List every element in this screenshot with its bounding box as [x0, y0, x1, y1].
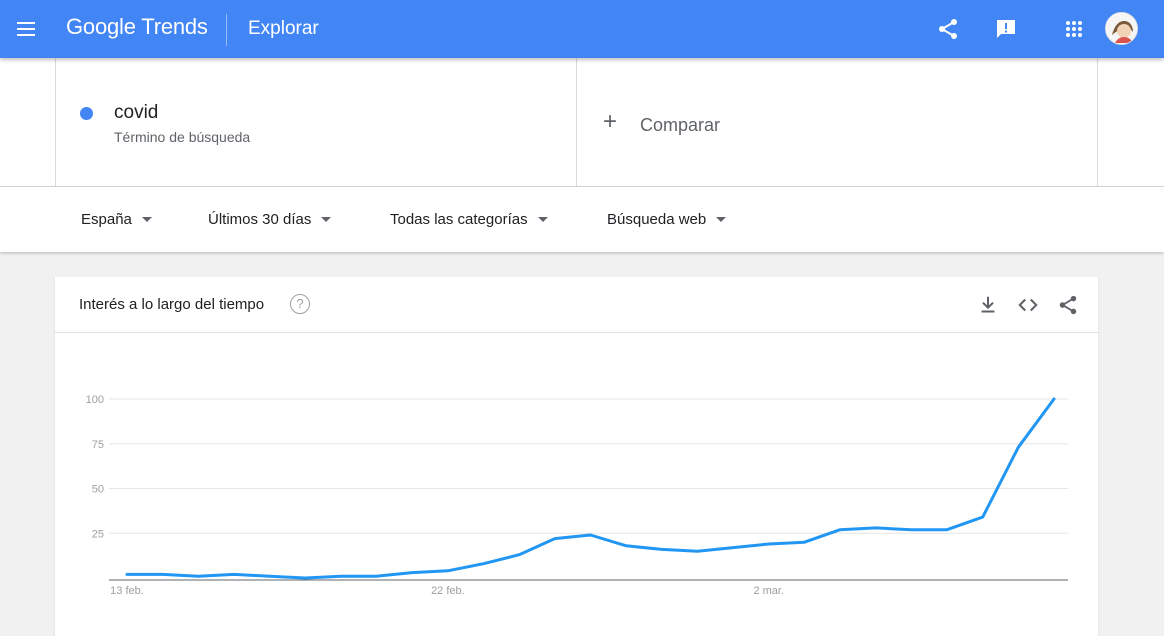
interest-line-chart[interactable]: 100 75 50 25 13 feb. 22 feb. 2 mar. — [55, 334, 1098, 634]
search-type-filter-label: Búsqueda web — [607, 211, 707, 228]
region-filter[interactable]: España — [81, 211, 152, 228]
menu-icon[interactable] — [15, 17, 39, 41]
logo-google-text: Google — [66, 14, 136, 39]
download-icon[interactable] — [977, 294, 999, 316]
apps-grid-icon[interactable] — [1062, 17, 1086, 41]
interest-over-time-card: Interés a lo largo del tiempo ? 100 75 50 2… — [55, 277, 1098, 636]
term-color-dot — [80, 107, 93, 120]
compare-label: Comparar — [640, 115, 721, 135]
search-term-name[interactable]: covid — [114, 102, 158, 124]
card-share-icon[interactable] — [1057, 294, 1079, 316]
x-tick-label: 13 feb. — [110, 585, 144, 597]
region-filter-label: España — [81, 211, 132, 228]
feedback-icon[interactable] — [994, 17, 1018, 41]
time-range-filter[interactable]: Últimos 30 días — [208, 211, 332, 228]
dropdown-caret-icon — [716, 216, 727, 222]
x-tick-label: 2 mar. — [753, 585, 784, 597]
category-filter[interactable]: Todas las categorías — [390, 211, 548, 228]
search-terms-area: covid Término de búsqueda + Comparar — [0, 58, 1164, 187]
time-range-filter-label: Últimos 30 días — [208, 211, 312, 228]
card-title: Interés a lo largo del tiempo — [79, 296, 265, 313]
y-tick-label: 75 — [92, 439, 104, 451]
x-tick-label: 22 feb. — [431, 585, 465, 597]
y-tick-label: 100 — [86, 394, 104, 406]
dropdown-caret-icon — [537, 216, 548, 222]
share-icon[interactable] — [936, 17, 960, 41]
top-app-bar: Google Trends Explorar — [0, 0, 1164, 58]
category-filter-label: Todas las categorías — [390, 211, 528, 228]
card-header: Interés a lo largo del tiempo ? — [55, 277, 1098, 333]
page-title: Explorar — [248, 18, 319, 39]
embed-code-icon[interactable] — [1017, 294, 1039, 316]
search-left-pad — [0, 58, 55, 187]
dropdown-caret-icon — [321, 216, 332, 222]
account-avatar[interactable] — [1105, 12, 1138, 45]
filter-bar: España Últimos 30 días Todas las categor… — [0, 187, 1164, 252]
help-icon[interactable]: ? — [290, 294, 310, 314]
google-trends-logo[interactable]: Google Trends — [66, 14, 208, 40]
plus-icon: + — [603, 108, 618, 135]
search-term-card[interactable]: covid Término de búsqueda — [55, 58, 577, 187]
search-type-filter[interactable]: Búsqueda web — [607, 211, 727, 228]
search-term-type: Término de búsqueda — [114, 129, 251, 145]
y-tick-label: 50 — [92, 484, 104, 496]
dropdown-caret-icon — [141, 216, 152, 222]
y-tick-label: 25 — [92, 528, 104, 540]
logo-trends-text: Trends — [141, 14, 208, 39]
header-divider — [226, 14, 227, 46]
compare-button[interactable]: + Comparar — [577, 58, 1098, 187]
search-right-pad — [1098, 58, 1164, 187]
